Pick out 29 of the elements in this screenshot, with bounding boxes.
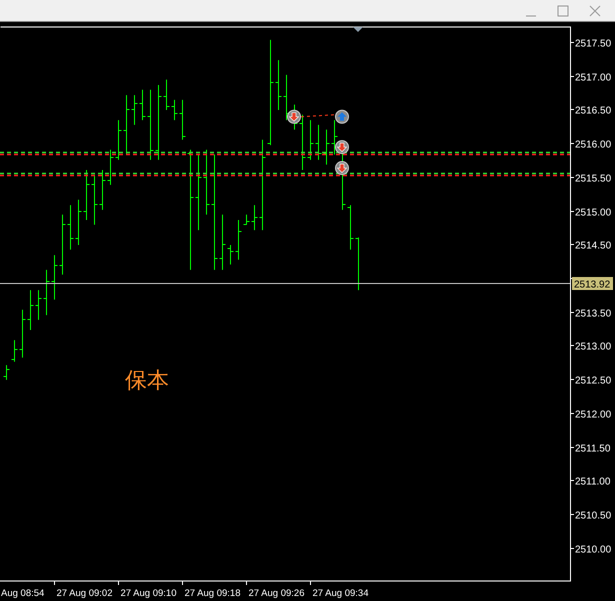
price-axis-label: 2511.50 — [575, 444, 610, 454]
down-arrow-icon[interactable] — [335, 140, 349, 154]
price-axis-label: 2512.50 — [575, 376, 612, 386]
price-axis-label: 2517.00 — [575, 72, 612, 84]
price-axis-label: 2515.00 — [575, 208, 612, 218]
chart-annotation-text: 保本 — [125, 368, 170, 394]
price-axis-label: 2517.50 — [575, 38, 612, 50]
trade-connector-line — [300, 114, 336, 118]
price-axis-label: 2513.00 — [575, 342, 612, 352]
down-arrow-icon[interactable] — [287, 110, 301, 124]
price-axis-label: 2510.00 — [575, 544, 612, 556]
price-axis-label: 2514.50 — [575, 240, 612, 252]
time-axis-label: 27 Aug 09:34 — [312, 588, 368, 599]
time-axis-label: 27 Aug 09:10 — [120, 588, 176, 599]
time-axis-label: 27 Aug 09:18 — [184, 588, 240, 599]
price-axis-label: 2516.00 — [575, 140, 612, 150]
price-axis-label: 2513.50 — [575, 308, 612, 320]
time-axis-label: Aug 08:54 — [1, 588, 44, 599]
price-axis-label: 2516.50 — [575, 106, 612, 116]
time-axis-label: 27 Aug 09:02 — [56, 588, 112, 599]
down-arrow-icon[interactable] — [335, 161, 349, 176]
price-axis-label: 2510.50 — [575, 510, 612, 522]
current-price-label: 2513.92 — [572, 277, 613, 290]
up-arrow-icon[interactable] — [335, 110, 349, 124]
shift-marker-icon[interactable] — [353, 27, 363, 32]
price-axis-label: 2515.50 — [575, 174, 612, 184]
time-axis-label: 27 Aug 09:26 — [248, 588, 304, 599]
price-axis-label: 2512.00 — [575, 410, 612, 420]
price-axis-label: 2511.00 — [575, 476, 610, 488]
